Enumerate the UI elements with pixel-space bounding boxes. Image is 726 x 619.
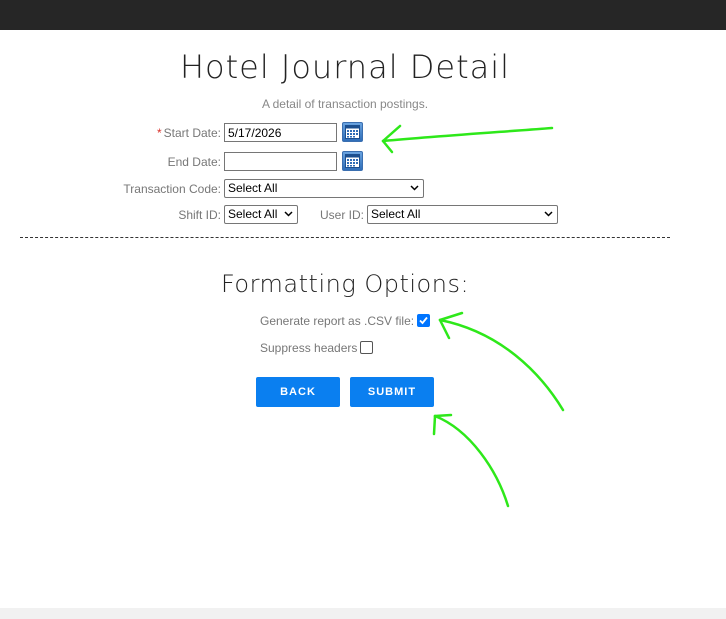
shift-id-selected: Select All (228, 207, 278, 221)
formatting-options-title: Formatting Options: (220, 270, 470, 298)
chevron-down-icon (410, 185, 419, 191)
end-date-input[interactable] (224, 152, 337, 171)
calendar-icon (345, 125, 360, 139)
checkmark-icon (419, 316, 428, 325)
chevron-down-icon (284, 211, 293, 217)
csv-option-label: Generate report as .CSV file: (260, 314, 415, 328)
suppress-headers-checkbox[interactable] (360, 341, 373, 354)
transaction-code-select[interactable]: Select All (224, 179, 424, 198)
required-marker: * (156, 126, 162, 140)
back-button[interactable]: BACK (256, 377, 340, 407)
start-date-label-text: Start Date: (163, 126, 221, 140)
suppress-headers-label: Suppress headers (260, 341, 358, 355)
shift-id-select[interactable]: Select All (224, 205, 298, 224)
end-date-label: End Date: (167, 155, 221, 169)
transaction-code-selected: Select All (228, 181, 278, 195)
annotation-arrow-start-date (381, 124, 554, 154)
transaction-code-label: Transaction Code: (123, 182, 221, 196)
start-date-label: * Start Date: (157, 126, 221, 140)
submit-button[interactable]: SUBMIT (350, 377, 434, 407)
start-date-input[interactable] (224, 123, 337, 142)
calendar-icon (345, 154, 360, 168)
user-id-select[interactable]: Select All (367, 205, 558, 224)
user-id-selected: Select All (371, 207, 421, 221)
annotation-arrow-csv (438, 311, 565, 412)
csv-checkbox[interactable] (417, 314, 430, 327)
end-date-calendar-button[interactable] (342, 151, 363, 171)
page-subtitle: A detail of transaction postings. (261, 97, 429, 111)
page-title: Hotel Journal Detail (179, 48, 511, 86)
bottom-bar (0, 608, 726, 619)
chevron-down-icon (544, 211, 553, 217)
top-bar (0, 0, 726, 30)
annotation-arrow-submit (432, 413, 510, 508)
annotation-overlay (381, 124, 565, 508)
section-divider (20, 237, 670, 238)
start-date-calendar-button[interactable] (342, 122, 363, 142)
shift-id-label: Shift ID: (178, 208, 221, 222)
user-id-label: User ID: (320, 208, 365, 222)
